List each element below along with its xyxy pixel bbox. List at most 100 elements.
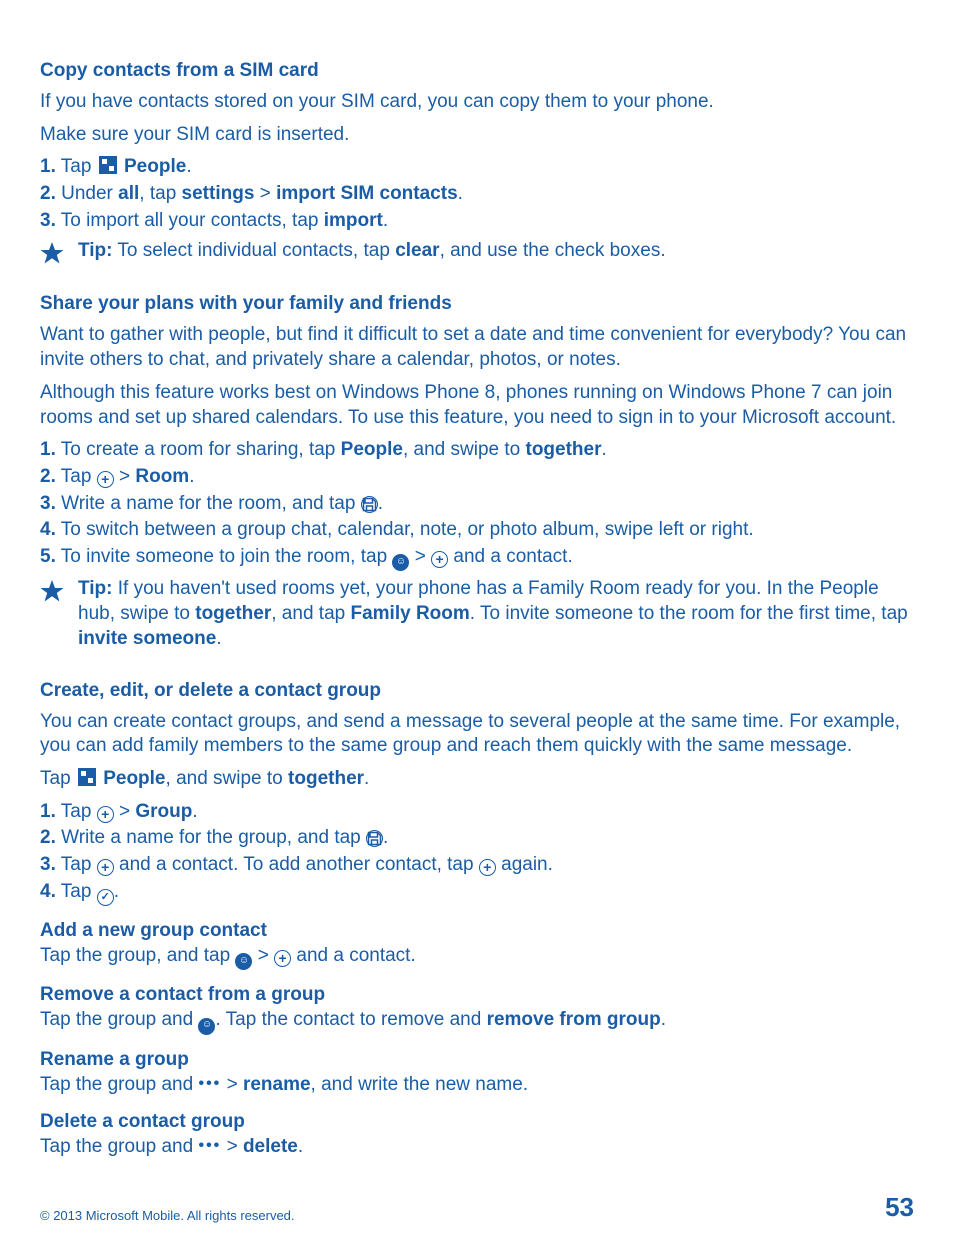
step-text: > [252,945,274,966]
people-tile-icon [99,156,117,174]
step: 4. Tap . [40,880,914,906]
more-icon: ••• [198,1136,221,1157]
step-text: . [114,881,119,902]
step-text: > [114,801,136,822]
paragraph: Want to gather with people, but find it … [40,323,914,372]
step-text: . [383,210,388,231]
bold-text: People [341,439,403,460]
step-text: . Tap the contact to remove and [215,1009,486,1030]
step-text: . [378,493,383,514]
people-icon [198,1018,215,1035]
more-icon: ••• [198,1074,221,1095]
step-text: . [189,466,194,487]
step-text: and a contact. [448,546,573,567]
step-text: and a contact. [291,945,416,966]
bold-text: settings [182,183,255,204]
paragraph: Make sure your SIM card is inserted. [40,123,914,148]
step-number: 3. [40,210,56,231]
step-text: , and write the new name. [311,1074,529,1095]
bold-text: invite someone [78,628,216,649]
bold-text: import SIM contacts [276,183,458,204]
step-number: 4. [40,519,56,540]
step-number: 2. [40,466,56,487]
heading-share-plans: Share your plans with your family and fr… [40,293,914,315]
step-text: Tap the group and [40,1074,198,1095]
step-text: Tap the group and [40,1136,198,1157]
subheading-remove-contact: Remove a contact from a group [40,984,914,1006]
step-text: > [227,1136,243,1157]
tip-block: Tip: If you haven't used rooms yet, your… [40,577,914,651]
bold-text: Family Room [350,603,469,624]
step: 4. To switch between a group chat, calen… [40,518,914,543]
bold-text: rename [243,1074,311,1095]
tip-text: Tip: To select individual contacts, tap … [78,239,666,264]
step-number: 3. [40,854,56,875]
step-text: Tap [56,854,97,875]
star-icon [40,579,64,603]
step-text: . [661,1009,666,1030]
step-text: To invite someone to join the room, tap [56,546,393,567]
tip-text: Tip: If you haven't used rooms yet, your… [78,577,914,651]
app-name: People [124,156,186,177]
step-text: . [298,1136,303,1157]
step-text: and a contact. To add another contact, t… [114,854,479,875]
text: Tap [40,768,76,789]
step-text: Under [56,183,118,204]
step-text: . [186,156,191,177]
step-text: . [383,827,388,848]
tip-text: . [216,628,221,649]
step: 1. Tap People. [40,155,914,180]
step-text: Tap [56,801,97,822]
step-text: To switch between a group chat, calendar… [56,519,754,540]
people-icon [235,953,252,970]
paragraph: Tap People, and swipe to together. [40,767,914,792]
step: 2. Under all, tap settings > import SIM … [40,182,914,207]
step-number: 3. [40,493,56,514]
heading-copy-contacts: Copy contacts from a SIM card [40,60,914,82]
step-text: . [458,183,463,204]
tip-text: To select individual contacts, tap [112,240,395,261]
save-icon [361,496,378,513]
text: , and swipe to [166,768,289,789]
bold-text: Group [135,801,192,822]
step: Tap the group and ••• > delete. [40,1135,914,1160]
step-number: 5. [40,546,56,567]
step-text: again. [496,854,553,875]
step-text: > [227,1074,243,1095]
step: 1. Tap > Group. [40,800,914,825]
bold-text: import [324,210,383,231]
bold-text: clear [395,240,439,261]
step-text: . [192,801,197,822]
bold-text: all [118,183,139,204]
step-text: , tap [139,183,181,204]
step-text: Write a name for the room, and tap [56,493,361,514]
step: Tap the group and ••• > rename, and writ… [40,1073,914,1098]
step: 2. Write a name for the group, and tap . [40,826,914,851]
plus-icon [479,859,496,876]
plus-icon [97,859,114,876]
paragraph: If you have contacts stored on your SIM … [40,90,914,115]
tip-label: Tip: [78,578,112,599]
heading-contact-group: Create, edit, or delete a contact group [40,680,914,702]
step-text: Tap the group and [40,1009,198,1030]
step-text: > [254,183,276,204]
bold-text: together [288,768,364,789]
plus-icon [431,551,448,568]
bold-text: together [195,603,271,624]
save-icon [366,830,383,847]
step-text: > [409,546,431,567]
plus-icon [97,806,114,823]
step: 5. To invite someone to join the room, t… [40,545,914,572]
step-number: 4. [40,881,56,902]
step: Tap the group and . Tap the contact to r… [40,1008,914,1035]
paragraph: Although this feature works best on Wind… [40,381,914,430]
step-text: To create a room for sharing, tap [56,439,341,460]
copyright-text: © 2013 Microsoft Mobile. All rights rese… [40,1208,295,1223]
step: 1. To create a room for sharing, tap Peo… [40,438,914,463]
bold-text: Room [135,466,189,487]
step-text: Tap [56,466,97,487]
step: 3. To import all your contacts, tap impo… [40,209,914,234]
step: 3. Write a name for the room, and tap . [40,492,914,517]
bold-text: delete [243,1136,298,1157]
star-icon [40,241,64,265]
